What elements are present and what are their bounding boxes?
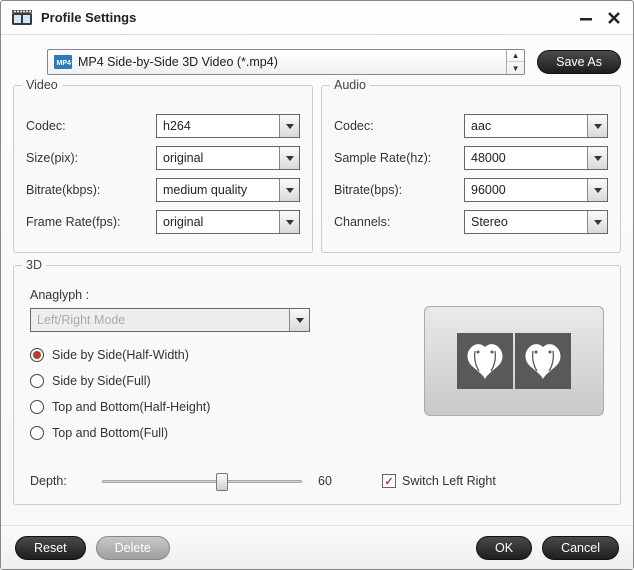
video-codec-combobox[interactable]: h264 [156, 114, 300, 138]
top-row: MP4 MP4 Side-by-Side 3D Video (*.mp4) ▲ … [47, 49, 621, 75]
chevron-down-icon[interactable] [587, 179, 607, 201]
video-size-value: original [157, 151, 279, 165]
radio-dot-icon [30, 374, 44, 388]
minimize-button[interactable] [577, 9, 595, 27]
video-codec-label: Codec: [26, 119, 156, 133]
video-bitrate-label: Bitrate(kbps): [26, 183, 156, 197]
save-as-button[interactable]: Save As [537, 50, 621, 74]
threeD-preview [424, 306, 604, 416]
app-icon [11, 7, 33, 29]
video-framerate-label: Frame Rate(fps): [26, 215, 156, 229]
profile-combobox[interactable]: MP4 MP4 Side-by-Side 3D Video (*.mp4) ▲ … [47, 49, 525, 75]
preview-right-tile [515, 333, 571, 389]
video-bitrate-value: medium quality [157, 183, 279, 197]
profile-settings-window: Profile Settings MP4 MP4 Side-by-Side 3D… [0, 0, 634, 570]
chevron-down-icon[interactable] [587, 115, 607, 137]
profile-spin[interactable]: ▲ ▼ [506, 50, 524, 74]
switch-lr-label: Switch Left Right [402, 474, 496, 488]
footer: Reset Delete OK Cancel [1, 525, 633, 569]
video-size-combobox[interactable]: original [156, 146, 300, 170]
threeD-left: Anaglyph : Left/Right Mode Side by Side(… [30, 288, 394, 446]
radio-tb-half-label: Top and Bottom(Half-Height) [52, 400, 210, 414]
anaglyph-mode-value: Left/Right Mode [31, 313, 289, 327]
threeD-group: 3D Anaglyph : Left/Right Mode Side by Si… [13, 265, 621, 505]
audio-channels-combobox[interactable]: Stereo [464, 210, 608, 234]
dialog-body: MP4 MP4 Side-by-Side 3D Video (*.mp4) ▲ … [1, 35, 633, 525]
chevron-down-icon[interactable]: ▼ [507, 62, 524, 74]
audio-codec-value: aac [465, 119, 587, 133]
threeD-title: 3D [22, 258, 46, 272]
depth-value: 60 [318, 474, 346, 488]
radio-tb-half[interactable]: Top and Bottom(Half-Height) [30, 394, 394, 420]
profile-value: MP4 Side-by-Side 3D Video (*.mp4) [78, 55, 506, 69]
radio-tb-full-label: Top and Bottom(Full) [52, 426, 168, 440]
radio-sbs-full[interactable]: Side by Side(Full) [30, 368, 394, 394]
video-framerate-value: original [157, 215, 279, 229]
audio-bitrate-label: Bitrate(bps): [334, 183, 464, 197]
chevron-up-icon[interactable]: ▲ [507, 50, 524, 62]
audio-group: Audio Codec: aac Sample Rate(hz): 48000 [321, 85, 621, 253]
preview-left-tile [457, 333, 513, 389]
depth-slider[interactable] [102, 472, 302, 490]
window-title: Profile Settings [41, 10, 567, 25]
close-button[interactable] [605, 9, 623, 27]
audio-bitrate-combobox[interactable]: 96000 [464, 178, 608, 202]
audio-samplerate-value: 48000 [465, 151, 587, 165]
threeD-right [424, 288, 604, 446]
av-columns: Video Codec: h264 Size(pix): original [13, 85, 621, 253]
radio-tb-full[interactable]: Top and Bottom(Full) [30, 420, 394, 446]
chevron-down-icon[interactable] [279, 179, 299, 201]
cancel-button[interactable]: Cancel [542, 536, 619, 560]
video-group: Video Codec: h264 Size(pix): original [13, 85, 313, 253]
video-framerate-combobox[interactable]: original [156, 210, 300, 234]
video-size-label: Size(pix): [26, 151, 156, 165]
ok-button[interactable]: OK [476, 536, 532, 560]
reset-button[interactable]: Reset [15, 536, 86, 560]
audio-samplerate-combobox[interactable]: 48000 [464, 146, 608, 170]
audio-channels-value: Stereo [465, 215, 587, 229]
chevron-down-icon[interactable] [279, 115, 299, 137]
anaglyph-mode-combobox[interactable]: Left/Right Mode [30, 308, 310, 332]
radio-dot-icon [30, 348, 44, 362]
audio-codec-label: Codec: [334, 119, 464, 133]
depth-row: Depth: 60 Switch Left Right [30, 472, 604, 490]
chevron-down-icon[interactable] [279, 211, 299, 233]
radio-dot-icon [30, 400, 44, 414]
checkbox-icon [382, 474, 396, 488]
radio-dot-icon [30, 426, 44, 440]
svg-text:MP4: MP4 [57, 60, 72, 67]
chevron-down-icon[interactable] [587, 211, 607, 233]
threeD-radios: Side by Side(Half-Width) Side by Side(Fu… [30, 342, 394, 446]
switch-lr-checkbox[interactable]: Switch Left Right [382, 474, 496, 488]
delete-button[interactable]: Delete [96, 536, 170, 560]
chevron-down-icon[interactable] [587, 147, 607, 169]
audio-codec-combobox[interactable]: aac [464, 114, 608, 138]
radio-sbs-half-label: Side by Side(Half-Width) [52, 348, 189, 362]
radio-sbs-full-label: Side by Side(Full) [52, 374, 151, 388]
slider-track [102, 480, 302, 483]
radio-sbs-half[interactable]: Side by Side(Half-Width) [30, 342, 394, 368]
chevron-down-icon[interactable] [279, 147, 299, 169]
audio-samplerate-label: Sample Rate(hz): [334, 151, 464, 165]
video-codec-value: h264 [157, 119, 279, 133]
mp4-icon: MP4 [54, 55, 72, 69]
anaglyph-label: Anaglyph : [30, 288, 394, 302]
video-title: Video [22, 78, 62, 92]
titlebar: Profile Settings [1, 1, 633, 35]
chevron-down-icon[interactable] [289, 309, 309, 331]
depth-label: Depth: [30, 474, 86, 488]
video-bitrate-combobox[interactable]: medium quality [156, 178, 300, 202]
slider-thumb[interactable] [216, 473, 228, 491]
audio-title: Audio [330, 78, 370, 92]
audio-bitrate-value: 96000 [465, 183, 587, 197]
audio-channels-label: Channels: [334, 215, 464, 229]
